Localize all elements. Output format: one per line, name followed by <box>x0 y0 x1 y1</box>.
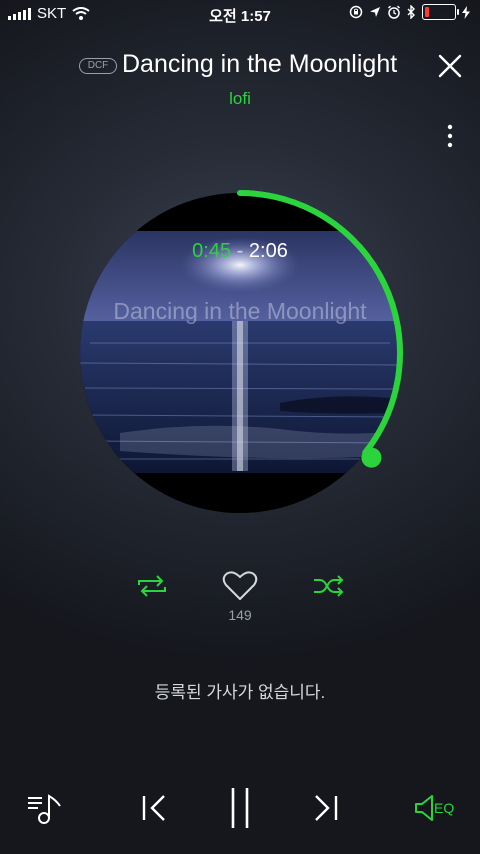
close-icon[interactable] <box>436 52 464 80</box>
more-icon[interactable] <box>440 122 460 152</box>
album-art-title: Dancing in the Moonlight <box>113 298 367 324</box>
lock-rotation-icon <box>349 5 363 19</box>
status-bar: SKT 오전 1:57 <box>0 0 480 28</box>
shuffle-icon[interactable] <box>312 574 346 598</box>
transport-bar: EQ <box>0 780 480 836</box>
charging-icon <box>462 5 470 19</box>
time-separator: - <box>236 240 244 262</box>
repeat-icon[interactable] <box>136 574 168 598</box>
progress-knob[interactable] <box>361 447 382 468</box>
next-icon[interactable] <box>310 792 342 824</box>
pause-icon[interactable] <box>226 786 254 830</box>
song-title: Dancing in the Moonlight <box>122 50 398 78</box>
player-header: DCF Dancing in the Moonlight <box>0 50 480 84</box>
eq-speaker-icon <box>415 795 433 821</box>
artist-name[interactable]: lofi <box>0 89 480 109</box>
playlist-icon[interactable] <box>26 788 66 828</box>
heart-icon[interactable] <box>222 570 258 602</box>
lyrics-message: 등록된 가사가 없습니다. <box>154 683 326 702</box>
alarm-icon <box>387 5 401 19</box>
eq-button[interactable]: EQ <box>414 792 462 824</box>
like-count: 149 <box>228 607 252 623</box>
previous-icon[interactable] <box>138 792 170 824</box>
total-time: 2:06 <box>248 240 288 262</box>
bluetooth-icon <box>407 5 415 19</box>
current-time: 0:45 <box>192 240 232 262</box>
time-display: 0:45 - 2:06 <box>0 240 480 263</box>
battery-level <box>425 7 429 17</box>
dcf-badge: DCF <box>79 58 117 74</box>
location-icon <box>370 7 380 17</box>
eq-label: EQ <box>434 800 455 816</box>
status-right <box>349 4 470 20</box>
battery-icon <box>422 4 459 20</box>
